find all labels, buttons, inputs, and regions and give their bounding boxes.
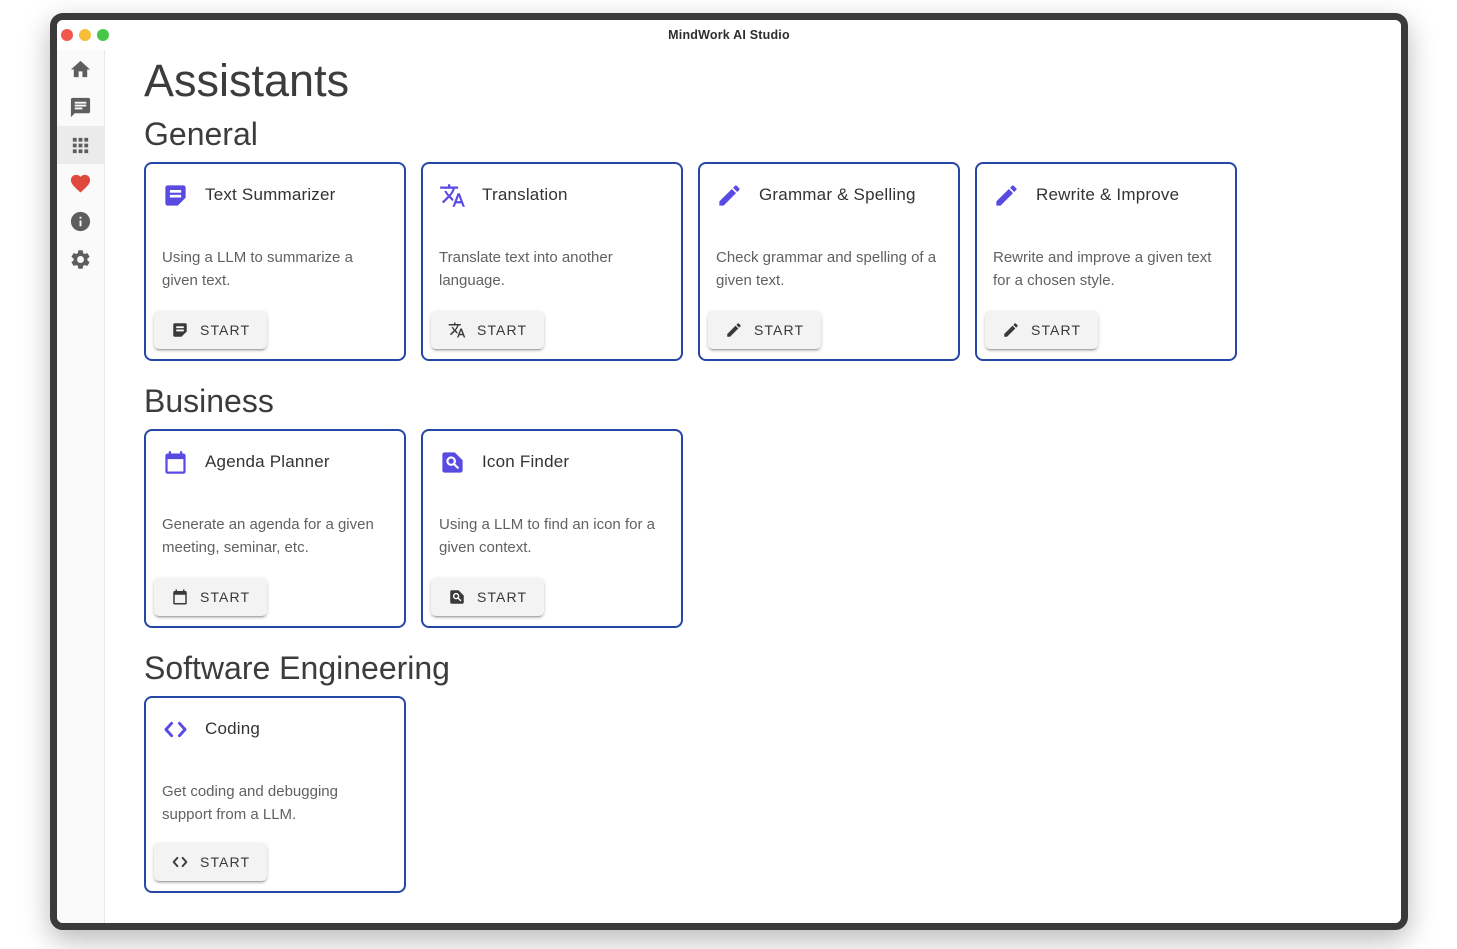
summarize-icon: [171, 321, 189, 339]
apps-grid-icon: [69, 134, 92, 157]
start-button-label: START: [754, 322, 804, 338]
card-icon-finder: Icon Finder Using a LLM to find an icon …: [421, 429, 683, 628]
card-description: Check grammar and spelling of a given te…: [716, 246, 944, 292]
start-button-text-summarizer[interactable]: START: [154, 311, 267, 349]
start-button-grammar-spelling[interactable]: START: [708, 311, 821, 349]
card-title: Grammar & Spelling: [759, 185, 916, 205]
page-title: Assistants: [144, 54, 1401, 108]
card-text-summarizer: Text Summarizer Using a LLM to summarize…: [144, 162, 406, 361]
settings-gear-icon: [69, 248, 92, 271]
start-button-icon-finder[interactable]: START: [431, 578, 544, 616]
card-description: Generate an agenda for a given meeting, …: [162, 513, 390, 559]
calendar-icon: [171, 588, 189, 606]
chat-icon: [69, 96, 92, 119]
start-button-label: START: [477, 322, 527, 338]
sidebar-item-assistants[interactable]: [57, 126, 104, 164]
app-window: MindWork AI Studio: [50, 13, 1408, 930]
main-content: Assistants General Text Summarizer Using…: [105, 50, 1401, 923]
home-icon: [69, 58, 92, 81]
section-title-general: General: [144, 114, 1401, 154]
sidebar: [57, 50, 105, 923]
section-title-software-engineering: Software Engineering: [144, 648, 1401, 688]
icon-search-icon: [439, 449, 466, 476]
card-description: Rewrite and improve a given text for a c…: [993, 246, 1221, 292]
card-coding: Coding Get coding and debugging support …: [144, 696, 406, 893]
start-button-coding[interactable]: START: [154, 843, 267, 881]
card-description: Get coding and debugging support from a …: [162, 780, 390, 826]
start-button-label: START: [1031, 322, 1081, 338]
titlebar: MindWork AI Studio: [57, 20, 1401, 50]
window-title: MindWork AI Studio: [668, 28, 790, 42]
card-rewrite-improve: Rewrite & Improve Rewrite and improve a …: [975, 162, 1237, 361]
sidebar-item-about[interactable]: [57, 202, 104, 240]
start-button-label: START: [477, 589, 527, 605]
traffic-lights: [61, 20, 109, 50]
card-title: Coding: [205, 719, 260, 739]
sidebar-item-settings[interactable]: [57, 240, 104, 278]
sidebar-item-chats[interactable]: [57, 88, 104, 126]
icon-search-icon: [448, 588, 466, 606]
card-description: Translate text into another language.: [439, 246, 667, 292]
section-title-business: Business: [144, 381, 1401, 421]
sidebar-item-favorites[interactable]: [57, 164, 104, 202]
zoom-button[interactable]: [97, 29, 109, 41]
card-translation: Translation Translate text into another …: [421, 162, 683, 361]
card-title: Rewrite & Improve: [1036, 185, 1179, 205]
pencil-icon: [716, 182, 743, 209]
card-title: Text Summarizer: [205, 185, 336, 205]
card-title: Translation: [482, 185, 568, 205]
calendar-icon: [162, 449, 189, 476]
cards-row-software-engineering: Coding Get coding and debugging support …: [144, 696, 1401, 893]
start-button-label: START: [200, 854, 250, 870]
heart-icon: [69, 172, 92, 195]
code-icon: [162, 716, 189, 743]
info-icon: [69, 210, 92, 233]
screen: MindWork AI Studio: [0, 0, 1457, 949]
close-button[interactable]: [61, 29, 73, 41]
card-grammar-spelling: Grammar & Spelling Check grammar and spe…: [698, 162, 960, 361]
pencil-icon: [993, 182, 1020, 209]
start-button-label: START: [200, 322, 250, 338]
start-button-label: START: [200, 589, 250, 605]
translate-icon: [439, 182, 466, 209]
translate-icon: [448, 321, 466, 339]
pencil-icon: [725, 321, 743, 339]
start-button-translation[interactable]: START: [431, 311, 544, 349]
cards-row-general: Text Summarizer Using a LLM to summarize…: [144, 162, 1401, 361]
minimize-button[interactable]: [79, 29, 91, 41]
card-agenda-planner: Agenda Planner Generate an agenda for a …: [144, 429, 406, 628]
card-title: Icon Finder: [482, 452, 569, 472]
card-title: Agenda Planner: [205, 452, 330, 472]
cards-row-business: Agenda Planner Generate an agenda for a …: [144, 429, 1401, 628]
sidebar-item-home[interactable]: [57, 50, 104, 88]
card-description: Using a LLM to find an icon for a given …: [439, 513, 667, 559]
code-icon: [171, 853, 189, 871]
pencil-icon: [1002, 321, 1020, 339]
start-button-agenda-planner[interactable]: START: [154, 578, 267, 616]
card-description: Using a LLM to summarize a given text.: [162, 246, 390, 292]
start-button-rewrite-improve[interactable]: START: [985, 311, 1098, 349]
summarize-icon: [162, 182, 189, 209]
